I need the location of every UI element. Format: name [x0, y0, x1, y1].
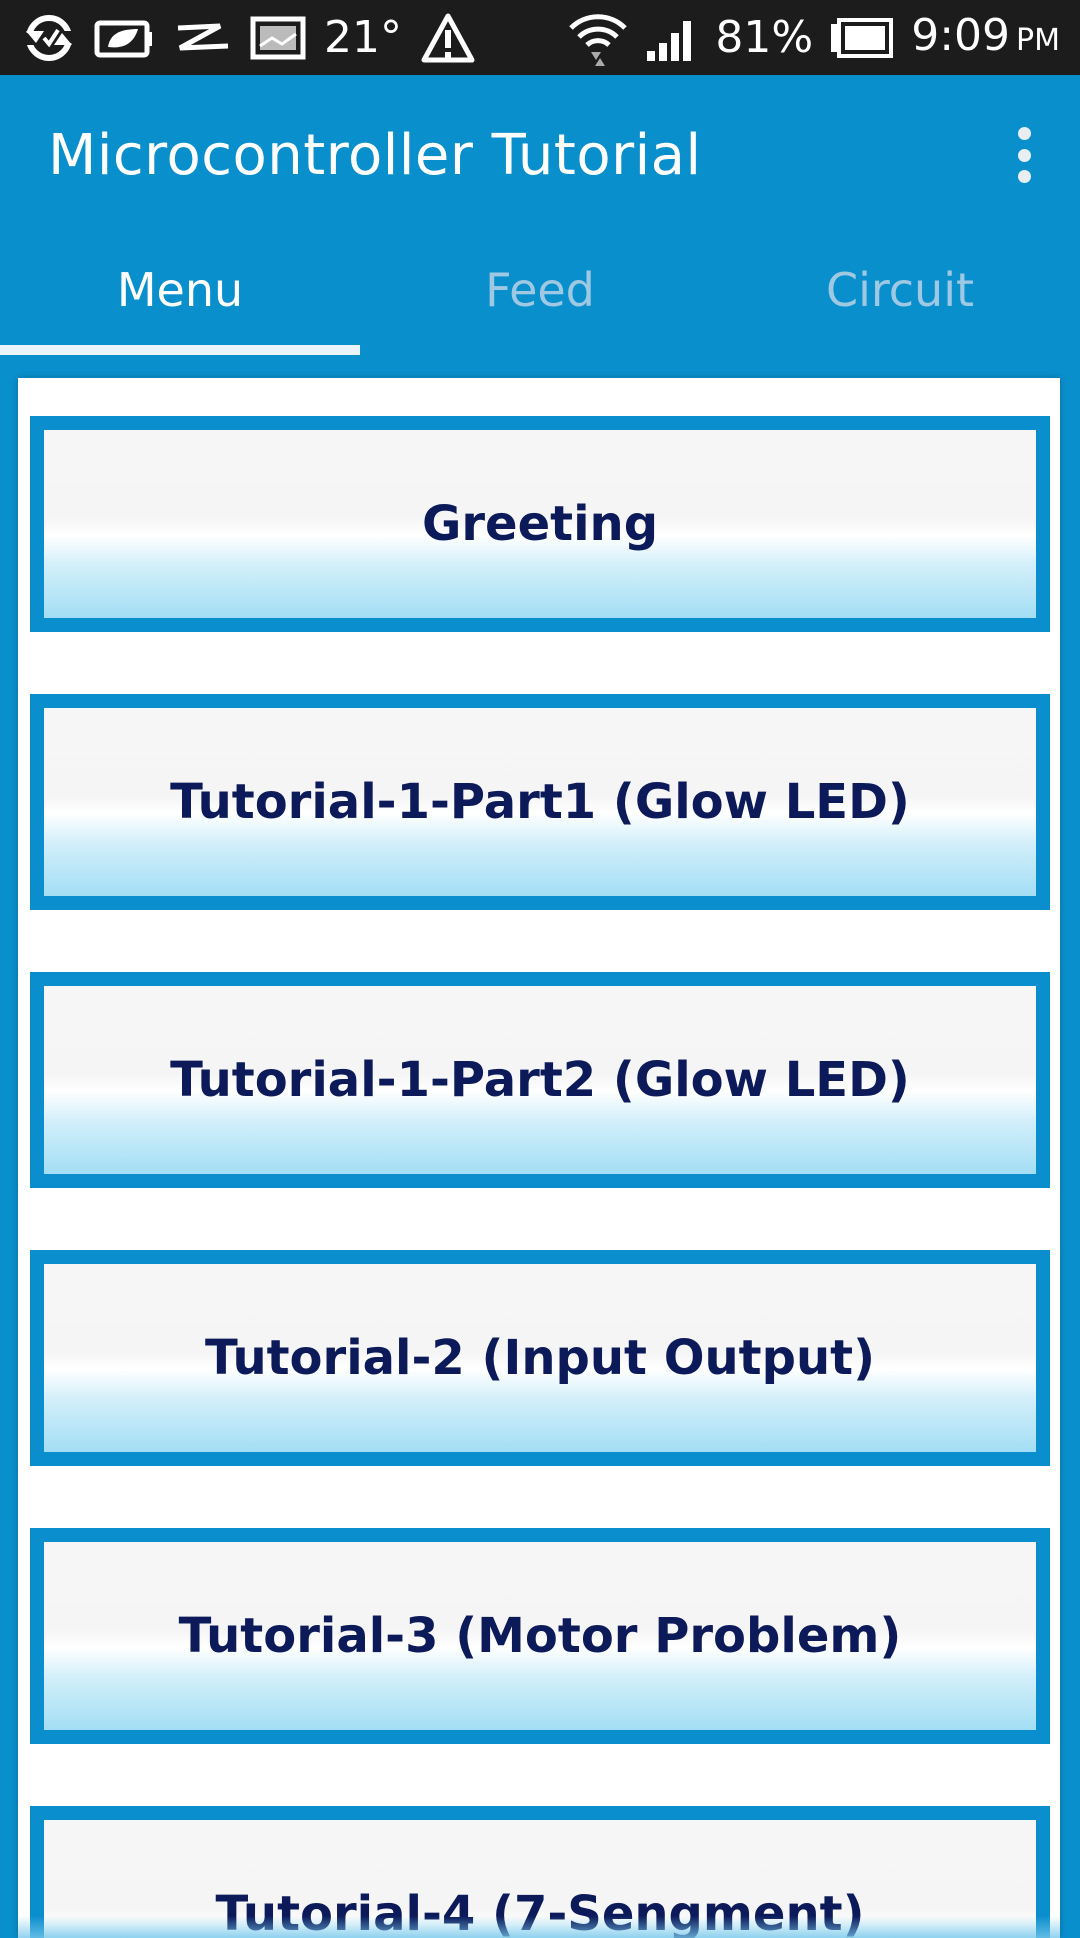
sync-icon: [22, 0, 76, 75]
scroll-fade: [18, 1916, 1060, 1938]
temperature-text: 21°: [324, 12, 402, 63]
tutorial-1-part1-button[interactable]: Tutorial-1-Part1 (Glow LED): [30, 694, 1050, 910]
clock-time: 9:09: [911, 9, 1011, 61]
battery-percent-text: 81%: [715, 12, 814, 63]
clock-ampm: PM: [1016, 22, 1060, 58]
signature-icon: [172, 0, 232, 75]
overflow-dot: [1017, 127, 1031, 140]
clock-text: 9:09 PM: [911, 0, 1060, 78]
warning-icon: [420, 0, 476, 75]
tab-menu[interactable]: Menu: [0, 235, 360, 345]
tutorial-1-part2-button[interactable]: Tutorial-1-Part2 (Glow LED): [30, 972, 1050, 1188]
wifi-icon: [567, 0, 629, 75]
greeting-button[interactable]: Greeting: [30, 416, 1050, 632]
status-bar: 21° 81% 9:09 PM: [0, 0, 1080, 75]
active-tab-indicator: [0, 345, 360, 355]
overflow-dot: [1017, 148, 1031, 162]
overflow-menu-icon[interactable]: [1004, 127, 1044, 183]
tab-feed[interactable]: Feed: [360, 235, 720, 345]
tab-bar: Menu Feed Circuit: [0, 235, 1080, 345]
app-title: Microcontroller Tutorial: [48, 123, 702, 188]
battery-icon: [829, 0, 895, 75]
overflow-dot: [1017, 170, 1031, 183]
picture-icon: [250, 0, 306, 75]
tab-circuit[interactable]: Circuit: [720, 235, 1080, 345]
tutorial-3-button[interactable]: Tutorial-3 (Motor Problem): [30, 1528, 1050, 1744]
signal-icon: [645, 0, 699, 75]
status-bar-right: 81% 9:09 PM: [567, 0, 1080, 75]
app-bar: Microcontroller Tutorial Menu Feed Circu…: [0, 75, 1080, 320]
menu-panel: Greeting Tutorial-1-Part1 (Glow LED) Tut…: [18, 378, 1060, 1938]
status-bar-left: 21°: [0, 0, 476, 75]
tutorial-2-button[interactable]: Tutorial-2 (Input Output): [30, 1250, 1050, 1466]
power-saver-icon: [94, 0, 154, 75]
